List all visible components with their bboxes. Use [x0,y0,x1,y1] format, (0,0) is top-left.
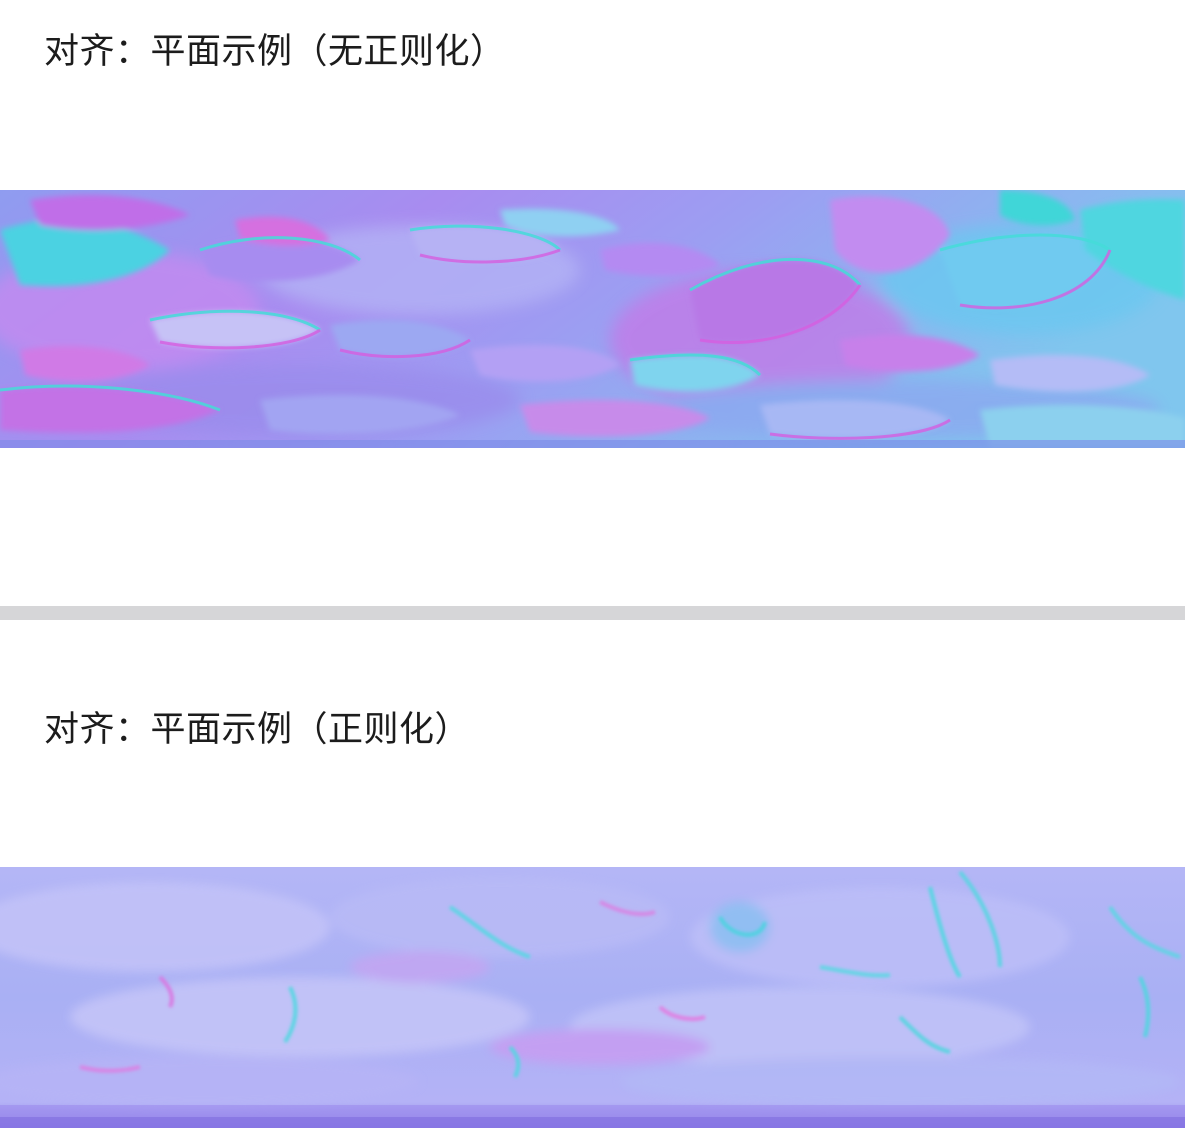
normal-map-image [0,190,1185,448]
normal-map-image [0,867,1185,1128]
section-divider [0,606,1185,620]
panel-caption: 对齐：平面示例（正则化） [44,710,471,750]
panel-regularized: 对齐：平面示例（正则化） [0,620,1185,1128]
panel-caption: 对齐：平面示例（无正则化） [44,32,506,72]
panel-unregularized: 对齐：平面示例（无正则化） [0,0,1185,606]
